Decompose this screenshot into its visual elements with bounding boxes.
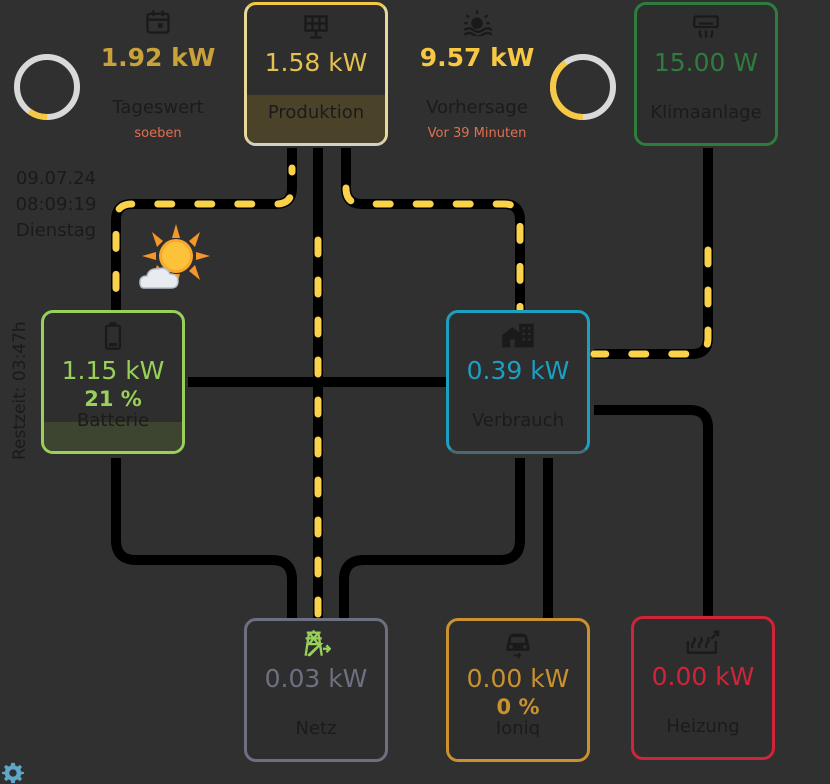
clock-time: 08:09:19 bbox=[15, 194, 97, 215]
battery-value: 1.15 kW bbox=[61, 356, 165, 385]
ioniq-percent: 0 % bbox=[496, 695, 540, 719]
climate-label: Klimaanlage bbox=[650, 102, 762, 123]
climate-card[interactable]: 15.00 W Klimaanlage bbox=[634, 2, 778, 146]
partly-sunny-icon bbox=[139, 224, 210, 289]
flow-consumption-heating bbox=[594, 405, 713, 618]
heating-value: 0.00 kW bbox=[651, 662, 755, 691]
battery-icon bbox=[44, 321, 182, 350]
heating-card[interactable]: 0.00 kW Heizung bbox=[631, 616, 775, 760]
clock: 09.07.24 08:09:19 Dienstag bbox=[8, 166, 104, 244]
grid-card[interactable]: 0.03 kW Netz bbox=[244, 618, 388, 762]
daily-label: Tageswert bbox=[112, 97, 204, 118]
climate-value: 15.00 W bbox=[653, 48, 759, 77]
flow-battery-grid bbox=[111, 458, 297, 618]
heat-pump-icon bbox=[634, 627, 772, 655]
clock-date: 09.07.24 bbox=[15, 168, 97, 189]
solar-panel-icon bbox=[247, 13, 385, 41]
home-icon bbox=[449, 321, 587, 349]
production-label: Produktion bbox=[267, 102, 365, 123]
flow-dash-climate-consumption bbox=[590, 246, 712, 358]
remaining-time: Restzeit: 03:47h bbox=[10, 321, 30, 460]
battery-label: Batterie bbox=[76, 410, 150, 431]
car-icon bbox=[449, 629, 587, 659]
daily-sub: soeben bbox=[134, 126, 182, 141]
forecast-progress-ring bbox=[550, 54, 616, 120]
ioniq-label: Ioniq bbox=[495, 718, 541, 739]
consumption-card[interactable]: 0.39 kW Verbrauch bbox=[446, 310, 590, 454]
forecast-label: Vorhersage bbox=[426, 97, 528, 118]
production-value: 1.58 kW bbox=[264, 48, 368, 77]
flow-consumption-grid bbox=[339, 458, 525, 618]
clock-weekday: Dienstag bbox=[15, 220, 97, 241]
consumption-label: Verbrauch bbox=[472, 410, 564, 431]
forecast-value: 9.57 kW bbox=[419, 43, 535, 72]
calendar-icon bbox=[86, 8, 230, 36]
forecast-stat[interactable]: 9.57 kW Vorhersage Vor 39 Minuten bbox=[405, 0, 549, 150]
production-card[interactable]: 1.58 kW Produktion bbox=[244, 2, 388, 146]
battery-percent: 21 % bbox=[84, 387, 142, 411]
air-conditioner-icon bbox=[637, 13, 775, 41]
gear-icon[interactable] bbox=[2, 762, 24, 784]
daily-progress-ring bbox=[14, 54, 80, 120]
daily-value: 1.92 kW bbox=[100, 43, 216, 72]
sunrise-icon bbox=[405, 8, 549, 36]
battery-card[interactable]: 1.15 kW 21 % Batterie bbox=[41, 310, 185, 454]
flow-dash-production-consumption bbox=[342, 164, 524, 314]
transmission-tower-icon bbox=[247, 629, 385, 657]
flow-climate-consumption bbox=[594, 148, 713, 359]
ioniq-value: 0.00 kW bbox=[466, 664, 570, 693]
consumption-value: 0.39 kW bbox=[466, 356, 570, 385]
forecast-sub: Vor 39 Minuten bbox=[427, 126, 527, 141]
heating-label: Heizung bbox=[666, 716, 740, 737]
flow-production-consumption bbox=[341, 148, 525, 310]
grid-label: Netz bbox=[295, 718, 337, 739]
grid-value: 0.03 kW bbox=[264, 664, 368, 693]
daily-stat[interactable]: 1.92 kW Tageswert soeben bbox=[86, 0, 230, 150]
ioniq-card[interactable]: 0.00 kW 0 % Ioniq bbox=[446, 618, 590, 762]
